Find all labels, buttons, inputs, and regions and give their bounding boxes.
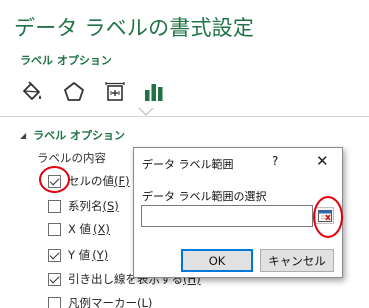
- option-y-value[interactable]: Y 値 (Y): [48, 246, 108, 264]
- label-contents-heading: ラベルの内容: [37, 151, 106, 165]
- data-label-range-dialog: データ ラベル範囲 ? ✕ データ ラベル範囲の選択 OK キャンセル: [133, 147, 343, 278]
- annotation-circle-checkbox: [39, 166, 70, 193]
- dialog-title: データ ラベル範囲: [142, 158, 234, 171]
- section-header-label: ラベル オプション: [33, 129, 125, 142]
- cancel-button[interactable]: キャンセル: [260, 249, 334, 272]
- tab-effects[interactable]: [59, 74, 89, 110]
- pane-title: データ ラベルの書式設定: [14, 16, 255, 40]
- checkbox-y-value[interactable]: [48, 248, 61, 262]
- tab-label-options[interactable]: [139, 74, 169, 110]
- option-accesskey: (X): [93, 222, 110, 236]
- option-label: 系列名: [68, 199, 103, 213]
- option-label: Y 値: [68, 248, 91, 262]
- checkbox-legend-key[interactable]: [48, 296, 61, 308]
- option-accesskey: (S): [102, 199, 119, 213]
- pane-subtitle[interactable]: ラベル オプション: [20, 52, 112, 68]
- collapse-triangle-icon: ◢: [20, 130, 27, 140]
- ok-button[interactable]: OK: [181, 249, 253, 272]
- bar-chart-icon: [145, 84, 163, 101]
- paint-bucket-icon: [23, 81, 42, 100]
- option-accesskey: (F): [114, 174, 130, 188]
- tab-size-properties[interactable]: [100, 74, 130, 110]
- option-accesskey: (Y): [92, 248, 109, 262]
- option-legend-key[interactable]: 凡例マーカー (L): [48, 294, 152, 308]
- option-label: X 値: [68, 222, 92, 236]
- tabs-divider: [0, 116, 369, 117]
- pentagon-icon: [64, 82, 84, 101]
- annotation-circle-range-button: [313, 196, 343, 238]
- tab-fill-line[interactable]: [17, 74, 47, 110]
- option-x-value[interactable]: X 値 (X): [48, 220, 110, 238]
- option-label: 凡例マーカー: [68, 296, 137, 308]
- option-label: セルの値: [68, 174, 114, 188]
- selected-tab-indicator: [138, 107, 154, 116]
- close-icon[interactable]: ✕: [316, 152, 329, 170]
- size-properties-icon: [105, 82, 125, 101]
- section-header-label-options[interactable]: ◢ ラベル オプション: [20, 127, 125, 143]
- checkbox-show-leader-lines[interactable]: [48, 272, 61, 286]
- checkbox-x-value[interactable]: [48, 222, 61, 236]
- checkbox-series-name[interactable]: [48, 199, 61, 213]
- option-accesskey: (L): [137, 296, 153, 308]
- range-input[interactable]: [141, 205, 313, 227]
- range-select-label: データ ラベル範囲の選択: [142, 190, 267, 203]
- option-series-name[interactable]: 系列名 (S): [48, 197, 119, 215]
- help-button[interactable]: ?: [272, 154, 278, 168]
